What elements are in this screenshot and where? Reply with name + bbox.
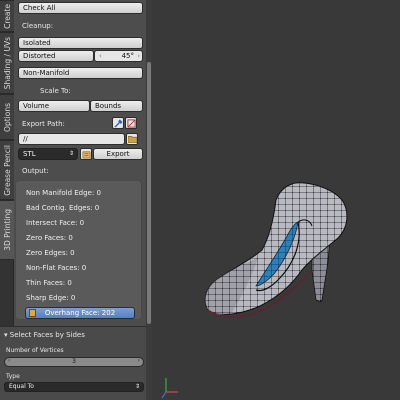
output-line: Intersect Face: 0 bbox=[26, 219, 85, 227]
tab-grease-pencil[interactable]: Grease Pencil bbox=[0, 140, 14, 200]
type-label: Type bbox=[6, 373, 20, 380]
axis-gizmo-icon bbox=[161, 378, 178, 399]
last-operator-panel: ▾ Select Faces by Sides Number of Vertic… bbox=[0, 326, 146, 400]
decrement-arrow-icon[interactable]: ‹ bbox=[99, 51, 102, 61]
output-box: Non Manifold Edge: 0 Bad Contig. Edges: … bbox=[15, 180, 142, 320]
volume-button[interactable]: Volume bbox=[18, 100, 90, 112]
vertices-number-field[interactable]: ‹ 3 › bbox=[4, 357, 144, 367]
eyedropper-icon[interactable] bbox=[112, 117, 124, 129]
check-all-button[interactable]: Check All bbox=[18, 2, 143, 14]
tab-3d-printing[interactable]: 3D Printing bbox=[0, 200, 14, 260]
output-line: Zero Edges: 0 bbox=[26, 249, 75, 257]
output-line: Sharp Edge: 0 bbox=[26, 294, 76, 302]
vertices-label: Number of Vertices bbox=[6, 347, 64, 354]
export-button[interactable]: Export bbox=[93, 148, 143, 160]
distorted-button[interactable]: Distorted bbox=[18, 50, 94, 62]
scale-to-label: Scale To: bbox=[40, 87, 71, 95]
tab-create[interactable]: Create bbox=[0, 0, 14, 32]
output-line: Zero Faces: 0 bbox=[26, 234, 73, 242]
non-manifold-button[interactable]: Non-Manifold bbox=[18, 67, 143, 79]
output-line: Thin Faces: 0 bbox=[26, 279, 72, 287]
export-path-label: Export Path: bbox=[22, 120, 65, 128]
overhang-face-button[interactable]: Overhang Face: 202 bbox=[25, 307, 135, 319]
redo-panel-header[interactable]: ▾ Select Faces by Sides bbox=[4, 331, 85, 339]
cleanup-label: Cleanup: bbox=[22, 22, 54, 30]
mesh-render bbox=[161, 182, 348, 399]
output-line: Bad Contig. Edges: 0 bbox=[26, 204, 100, 212]
increment-arrow-icon[interactable]: › bbox=[138, 357, 140, 364]
export-file-icon bbox=[80, 148, 92, 160]
folder-icon[interactable] bbox=[126, 133, 138, 145]
format-select[interactable]: STL ⇕ bbox=[18, 148, 78, 160]
export-path-input[interactable]: // bbox=[18, 133, 125, 145]
isolated-button[interactable]: Isolated bbox=[18, 37, 143, 49]
increment-arrow-icon[interactable]: › bbox=[137, 51, 140, 61]
output-label: Output: bbox=[22, 167, 49, 175]
3d-viewport[interactable] bbox=[152, 0, 400, 400]
distorted-angle-field[interactable]: ‹ 45° › bbox=[94, 50, 143, 62]
flip-icon[interactable] bbox=[125, 117, 137, 129]
shelf-scrollbar-thumb[interactable] bbox=[147, 62, 151, 324]
select-arrows-icon: ⇕ bbox=[134, 383, 140, 390]
tab-shading-uvs[interactable]: Shading / UVs bbox=[0, 32, 14, 94]
select-face-icon bbox=[29, 309, 36, 317]
select-arrows-icon: ⇕ bbox=[68, 150, 74, 157]
bounds-button[interactable]: Bounds bbox=[90, 100, 143, 112]
tab-options[interactable]: Options bbox=[0, 94, 14, 140]
type-select[interactable]: Equal To ⇕ bbox=[4, 382, 144, 392]
collapse-triangle-icon: ▾ bbox=[4, 331, 8, 339]
output-line: Non Manifold Edge: 0 bbox=[26, 189, 101, 197]
output-line: Non-Flat Faces: 0 bbox=[26, 264, 87, 272]
